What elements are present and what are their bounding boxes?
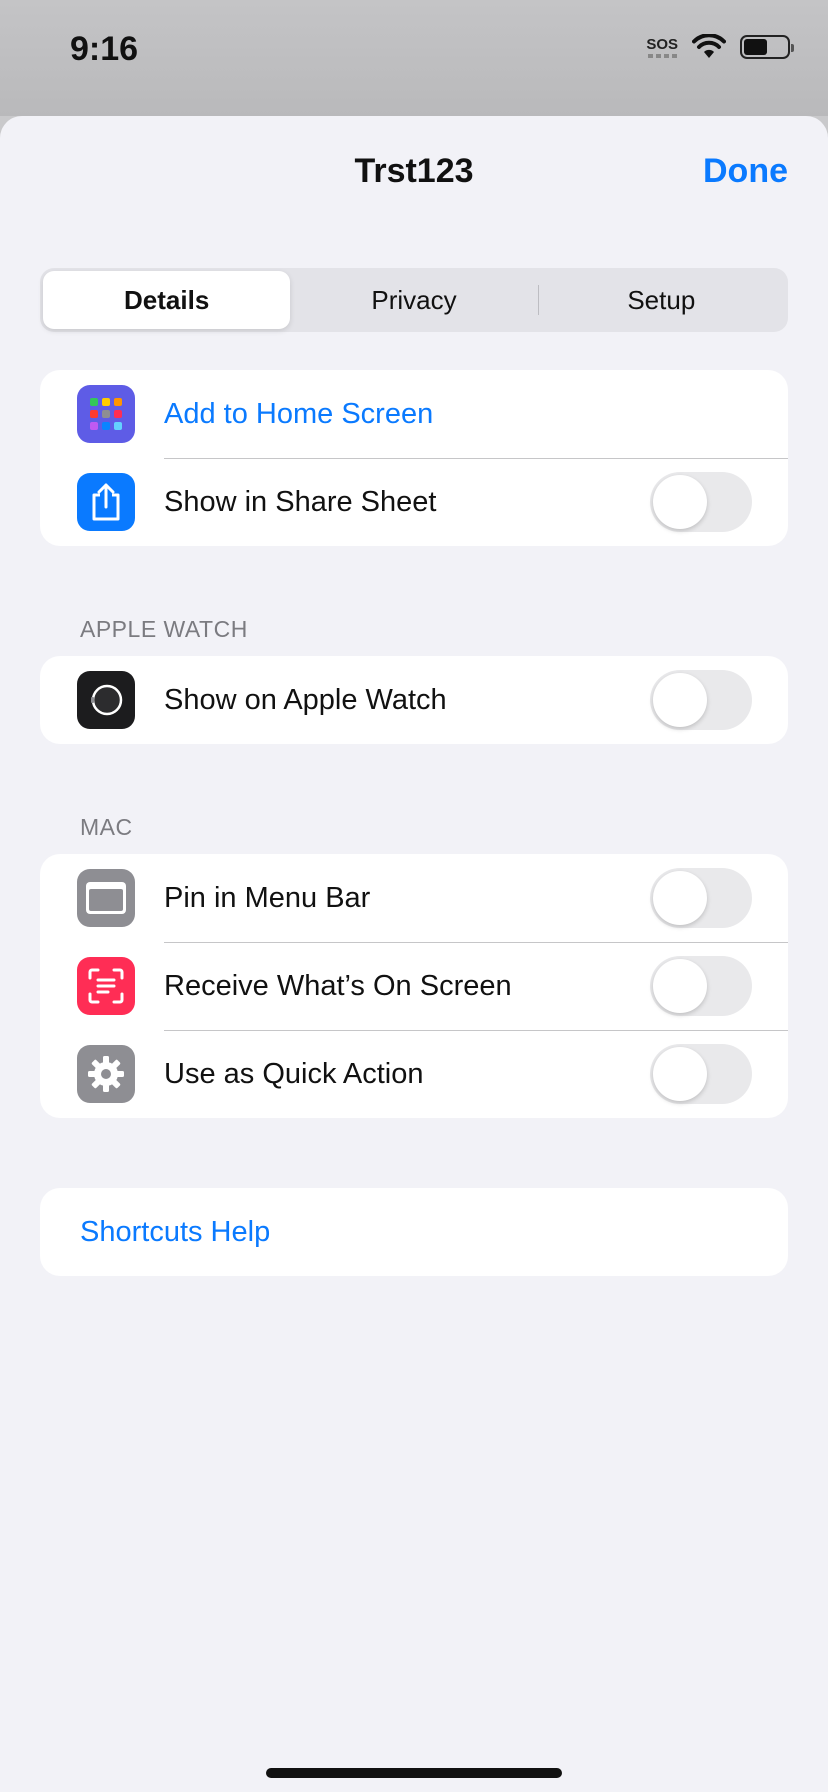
receive-whats-on-screen-label: Receive What’s On Screen bbox=[164, 969, 512, 1002]
share-icon bbox=[77, 473, 135, 531]
menu-bar-toggle[interactable] bbox=[650, 868, 752, 928]
help-group: Shortcuts Help bbox=[40, 1188, 788, 1276]
pin-in-menu-bar-label: Pin in Menu Bar bbox=[164, 881, 371, 914]
mac-section-header: MAC bbox=[80, 814, 133, 840]
gear-icon bbox=[77, 1045, 135, 1103]
show-on-apple-watch-row: Show on Apple Watch bbox=[40, 656, 788, 744]
use-as-quick-action-label: Use as Quick Action bbox=[164, 1057, 424, 1090]
apple-watch-icon bbox=[77, 671, 135, 729]
apple-watch-section-header: APPLE WATCH bbox=[80, 616, 248, 642]
mac-options-group: Pin in Menu Bar Receive What’s On Screen bbox=[40, 854, 788, 1118]
status-time: 9:16 bbox=[70, 30, 139, 68]
screen-scan-icon bbox=[77, 957, 135, 1015]
show-in-share-sheet-label: Show in Share Sheet bbox=[164, 485, 437, 518]
receive-whats-on-screen-row: Receive What’s On Screen bbox=[40, 942, 788, 1030]
status-icons: SOS bbox=[646, 34, 794, 60]
general-options-group: Add to Home Screen Show in Share Sheet bbox=[40, 370, 788, 546]
share-sheet-toggle[interactable] bbox=[650, 472, 752, 532]
segmented-control: Details Privacy Setup bbox=[40, 268, 788, 332]
add-to-home-screen-row[interactable]: Add to Home Screen bbox=[40, 370, 788, 458]
status-bar: 9:16 SOS bbox=[0, 0, 828, 116]
use-as-quick-action-row: Use as Quick Action bbox=[40, 1030, 788, 1118]
tab-setup[interactable]: Setup bbox=[537, 271, 785, 329]
quick-action-toggle[interactable] bbox=[650, 1044, 752, 1104]
shortcut-details-sheet: Trst123 Done Details Privacy Setup Add t… bbox=[0, 116, 828, 1792]
shortcuts-help-link[interactable]: Shortcuts Help bbox=[80, 1216, 270, 1249]
done-button[interactable]: Done bbox=[703, 152, 788, 191]
receive-screen-toggle[interactable] bbox=[650, 956, 752, 1016]
battery-icon bbox=[740, 35, 794, 59]
wifi-icon bbox=[692, 34, 726, 58]
pin-in-menu-bar-row: Pin in Menu Bar bbox=[40, 854, 788, 942]
home-screen-grid-icon bbox=[77, 385, 135, 443]
apple-watch-toggle[interactable] bbox=[650, 670, 752, 730]
show-in-share-sheet-row: Show in Share Sheet bbox=[40, 458, 788, 546]
home-indicator bbox=[266, 1768, 562, 1778]
menu-bar-icon bbox=[77, 869, 135, 927]
add-to-home-screen-label: Add to Home Screen bbox=[164, 397, 434, 430]
tab-privacy[interactable]: Privacy bbox=[290, 271, 537, 329]
apple-watch-group: Show on Apple Watch bbox=[40, 656, 788, 744]
sos-indicator: SOS bbox=[646, 37, 678, 58]
show-on-apple-watch-label: Show on Apple Watch bbox=[164, 683, 447, 716]
tab-details[interactable]: Details bbox=[43, 271, 291, 329]
